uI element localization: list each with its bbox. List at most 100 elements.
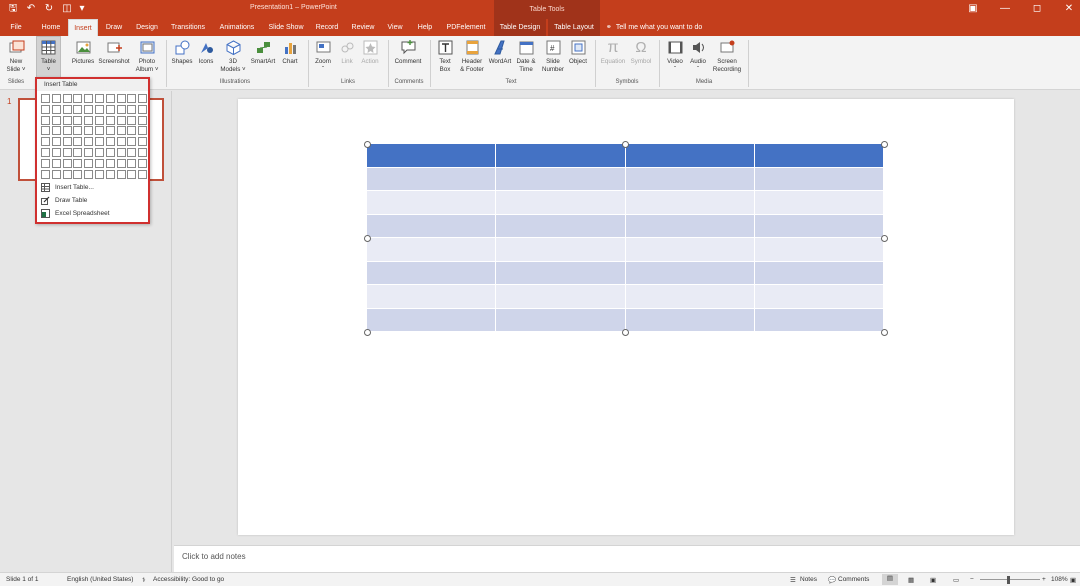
table-grid-cell[interactable]	[105, 137, 115, 147]
table-grid-cell[interactable]	[127, 147, 137, 157]
notes-icon[interactable]: ☰	[790, 576, 796, 584]
excel-spreadsheet-menu-item[interactable]: Excel Spreadsheet	[41, 207, 147, 219]
table-grid-cell[interactable]	[138, 137, 148, 147]
table-cell[interactable]	[496, 261, 626, 284]
table-cell[interactable]	[625, 238, 755, 261]
fit-slide-icon[interactable]: ▣	[1070, 576, 1076, 584]
resize-handle[interactable]	[880, 234, 888, 242]
table-grid-cell[interactable]	[127, 115, 137, 125]
table-grid-cell[interactable]	[138, 126, 148, 136]
resize-handle[interactable]	[363, 140, 371, 148]
header-footer-button[interactable]: Header & Footer	[457, 39, 487, 73]
tab-slide-show[interactable]: Slide Show	[266, 19, 306, 36]
zoom-slider-track[interactable]	[980, 579, 1040, 580]
normal-view-icon[interactable]: ▤	[882, 574, 898, 585]
table-grid-cell[interactable]	[138, 94, 148, 103]
table-grid-cell[interactable]	[84, 169, 94, 179]
table-grid-cell[interactable]	[62, 147, 72, 157]
table-cell[interactable]	[367, 285, 497, 308]
tab-help[interactable]: Help	[414, 19, 436, 36]
tab-file[interactable]: File	[6, 19, 26, 36]
table-cell[interactable]	[496, 214, 626, 237]
table-grid-cell[interactable]	[51, 158, 61, 168]
tab-transitions[interactable]: Transitions	[168, 19, 208, 36]
table-grid-cell[interactable]	[94, 147, 104, 157]
table-cell[interactable]	[754, 144, 884, 167]
link-button[interactable]: Link	[336, 39, 358, 66]
table-grid-cell[interactable]	[84, 158, 94, 168]
undo-icon[interactable]: ↶	[24, 2, 38, 16]
table-grid-cell[interactable]	[116, 169, 126, 179]
table-grid-cell[interactable]	[41, 169, 50, 179]
table-grid-cell[interactable]	[127, 104, 137, 114]
table-grid-cell[interactable]	[73, 158, 83, 168]
table-grid-cell[interactable]	[41, 94, 50, 103]
table-cell[interactable]	[496, 144, 626, 167]
chart-button[interactable]: Chart	[279, 39, 301, 66]
table-cell[interactable]	[754, 261, 884, 284]
table-grid-cell[interactable]	[62, 104, 72, 114]
resize-handle[interactable]	[363, 234, 371, 242]
language-indicator[interactable]: English (United States)	[67, 576, 133, 583]
ribbon-display-options-icon[interactable]: ▣	[966, 2, 980, 16]
table-grid-cell[interactable]	[116, 158, 126, 168]
table-grid-cell[interactable]	[94, 115, 104, 125]
table-cell[interactable]	[496, 308, 626, 331]
new-slide-button[interactable]: New Slide ˅	[4, 39, 28, 73]
table-grid-cell[interactable]	[41, 126, 50, 136]
customize-qat-icon[interactable]: ▾	[78, 2, 86, 16]
text-box-button[interactable]: Text Box	[435, 39, 455, 73]
tell-me-search[interactable]: ⚭ Tell me what you want to do	[606, 19, 702, 36]
table-grid-cell[interactable]	[51, 137, 61, 147]
table-button[interactable]: Table ˅	[36, 36, 61, 78]
table-grid-cell[interactable]	[105, 147, 115, 157]
resize-handle[interactable]	[880, 140, 888, 148]
table-grid-cell[interactable]	[138, 158, 148, 168]
resize-handle[interactable]	[880, 328, 888, 336]
tab-table-design[interactable]: Table Design	[494, 19, 546, 36]
table-grid-cell[interactable]	[105, 169, 115, 179]
tab-animations[interactable]: Animations	[216, 19, 258, 36]
table-cell[interactable]	[754, 167, 884, 190]
zoom-in-icon[interactable]: +	[1042, 576, 1046, 583]
table-grid-cell[interactable]	[51, 147, 61, 157]
table-grid-cell[interactable]	[51, 126, 61, 136]
table-grid-cell[interactable]	[105, 158, 115, 168]
table-grid-cell[interactable]	[94, 137, 104, 147]
resize-handle[interactable]	[622, 140, 629, 148]
table-cell[interactable]	[754, 308, 884, 331]
tab-design[interactable]: Design	[132, 19, 162, 36]
tab-insert[interactable]: Insert	[68, 19, 98, 36]
equation-button[interactable]: π Equation	[599, 39, 627, 66]
tab-home[interactable]: Home	[36, 19, 66, 36]
table-grid-cell[interactable]	[94, 158, 104, 168]
table-cell[interactable]	[754, 285, 884, 308]
action-button[interactable]: Action	[359, 39, 381, 66]
notes-toggle[interactable]: Notes	[800, 576, 817, 583]
comments-icon[interactable]: 💬	[828, 576, 836, 584]
redo-icon[interactable]: ↻	[42, 2, 56, 16]
table-cell[interactable]	[367, 144, 497, 167]
table-grid-cell[interactable]	[84, 137, 94, 147]
table-grid-cell[interactable]	[41, 137, 50, 147]
zoom-level[interactable]: 108%	[1051, 576, 1068, 583]
table-grid-cell[interactable]	[41, 115, 50, 125]
table-grid-cell[interactable]	[116, 115, 126, 125]
table-grid-cell[interactable]	[138, 169, 148, 179]
zoom-button[interactable]: Zoom ˇ	[312, 39, 334, 73]
table-grid-cell[interactable]	[73, 147, 83, 157]
symbol-button[interactable]: Ω Symbol	[628, 39, 654, 66]
wordart-button[interactable]: WordArt	[487, 39, 513, 66]
table-cell[interactable]	[625, 261, 755, 284]
table-grid-cell[interactable]	[62, 158, 72, 168]
table-grid-cell[interactable]	[116, 137, 126, 147]
table-grid-cell[interactable]	[127, 158, 137, 168]
zoom-out-icon[interactable]: −	[970, 576, 974, 583]
table-grid-cell[interactable]	[127, 169, 137, 179]
table-grid-cell[interactable]	[84, 104, 94, 114]
table-grid-cell[interactable]	[41, 147, 50, 157]
table-cell[interactable]	[496, 285, 626, 308]
slide-number-button[interactable]: # Slide Number	[540, 39, 566, 73]
table-cell[interactable]	[754, 214, 884, 237]
save-icon[interactable]: 🖫	[6, 2, 20, 16]
